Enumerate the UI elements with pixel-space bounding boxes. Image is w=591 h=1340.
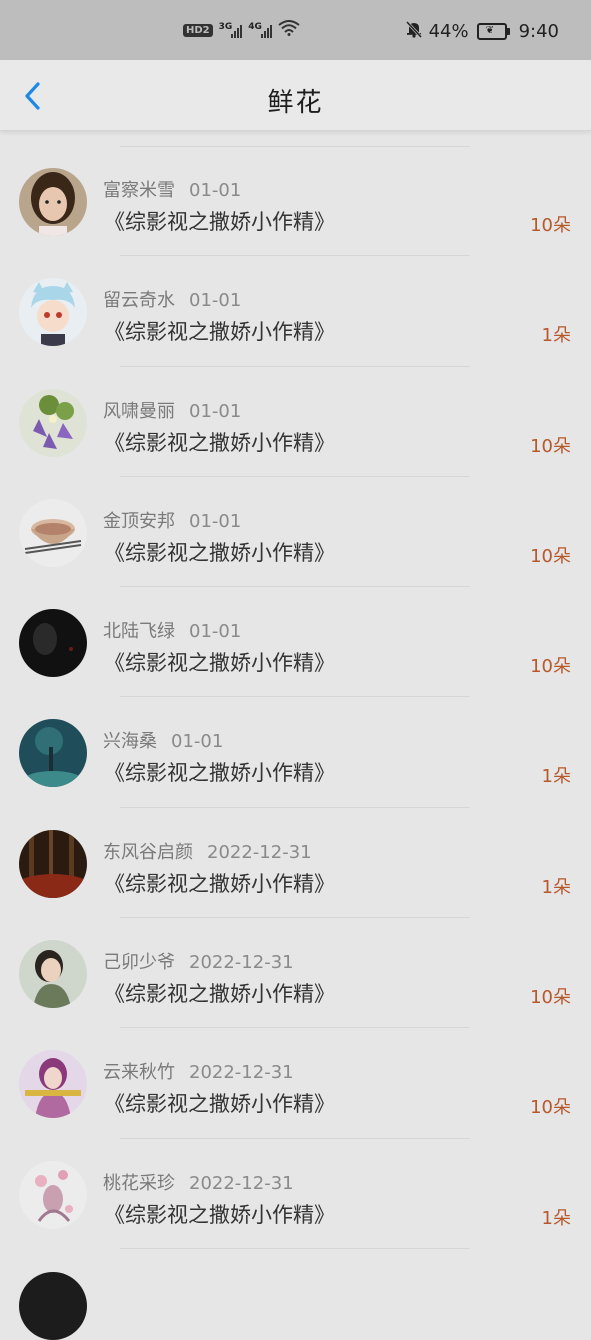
sender-meta: 云来秋竹 2022-12-31 <box>103 1058 294 1084</box>
list-item[interactable]: 北陆飞绿 01-01 《综影视之撒娇小作精》 10朵 <box>0 587 591 698</box>
send-date: 01-01 <box>189 510 242 532</box>
book-title: 《综影视之撒娇小作精》 <box>104 540 335 565</box>
signal-3g-icon: 3G <box>219 22 243 38</box>
nav-bar: 鲜花 <box>0 60 591 131</box>
status-bar: HD2 3G 4G 44% ❦ 9:40 <box>0 0 591 60</box>
send-date: 2022-12-31 <box>189 952 294 974</box>
book-title: 《综影视之撒娇小作精》 <box>104 210 335 234</box>
sender-meta: 兴海桑 01-01 <box>103 727 223 753</box>
list-item[interactable]: 富察米雪 01-01 《综影视之撒娇小作精》 10朵 <box>0 146 591 257</box>
flower-count: 10朵 <box>530 656 571 678</box>
avatar <box>19 388 87 457</box>
battery-saver-icon: ❦ <box>476 23 510 40</box>
clock: 9:40 <box>518 21 559 42</box>
list-item[interactable]: 留云奇水 01-01 《综影视之撒娇小作精》 1朵 <box>0 256 591 367</box>
list-item[interactable]: 兴海桑 01-01 《综影视之撒娇小作精》 1朵 <box>0 697 591 809</box>
list-item[interactable]: 东风谷启颜 2022-12-31 《综影视之撒娇小作精》 1朵 <box>0 808 591 919</box>
avatar <box>19 168 87 236</box>
page-title: 鲜花 <box>267 88 324 118</box>
sender-meta: 东风谷启颜 2022-12-31 <box>103 838 312 864</box>
avatar <box>19 609 87 678</box>
send-date: 01-01 <box>171 731 224 753</box>
flower-count: 1朵 <box>541 766 571 788</box>
sender-meta: 北陆飞绿 01-01 <box>103 617 241 643</box>
book-title: 《综影视之撒娇小作精》 <box>104 1092 335 1117</box>
signal-4g-icon: 4G <box>248 22 272 38</box>
status-left-icons: HD2 3G 4G <box>183 20 300 40</box>
sender-name: 己卯少爷 <box>103 952 175 974</box>
book-title: 《综影视之撒娇小作精》 <box>104 430 335 455</box>
send-date: 01-01 <box>189 290 242 312</box>
flower-count: 1朵 <box>541 876 571 898</box>
send-date: 2022-12-31 <box>189 1172 294 1194</box>
sender-name: 兴海桑 <box>103 731 157 753</box>
flower-count: 1朵 <box>541 1207 571 1229</box>
sender-name: 留云奇水 <box>103 290 175 312</box>
book-title: 《综影视之撒娇小作精》 <box>104 871 335 896</box>
sender-meta: 富察米雪 01-01 <box>103 176 241 202</box>
sender-name: 桃花采珍 <box>103 1172 175 1194</box>
sender-meta: 桃花采珍 2022-12-31 <box>103 1169 294 1195</box>
hd-icon: HD2 <box>183 23 213 37</box>
list-item[interactable]: 云来秋竹 2022-12-31 《综影视之撒娇小作精》 10朵 <box>0 1028 591 1139</box>
battery-percent: 44% <box>428 21 469 42</box>
book-title: 《综影视之撒娇小作精》 <box>104 320 335 345</box>
flower-count: 10朵 <box>530 987 571 1009</box>
sender-meta: 留云奇水 01-01 <box>103 286 241 312</box>
sender-name: 富察米雪 <box>103 180 175 201</box>
avatar <box>19 278 87 347</box>
avatar <box>19 1272 87 1340</box>
sender-name: 云来秋竹 <box>103 1062 175 1084</box>
flower-count: 1朵 <box>541 325 571 347</box>
avatar <box>19 719 87 788</box>
book-title: 《综影视之撒娇小作精》 <box>104 761 335 786</box>
sender-meta: 金顶安邦 01-01 <box>103 507 241 533</box>
send-date: 01-01 <box>189 621 242 643</box>
sender-name: 金顶安邦 <box>103 510 175 532</box>
avatar <box>19 940 87 1009</box>
list-item[interactable]: 己卯少爷 2022-12-31 《综影视之撒娇小作精》 10朵 <box>0 918 591 1029</box>
avatar <box>19 829 87 898</box>
wifi-icon <box>278 20 300 40</box>
flower-count: 10朵 <box>530 1097 571 1119</box>
send-date: 01-01 <box>189 400 242 422</box>
send-date: 2022-12-31 <box>207 841 312 863</box>
sender-name: 风啸曼丽 <box>103 400 175 422</box>
avatar <box>19 1050 87 1119</box>
mute-bell-icon <box>405 20 423 43</box>
list-item[interactable]: 风啸曼丽 01-01 《综影视之撒娇小作精》 10朵 <box>0 367 591 478</box>
book-title: 《综影视之撒娇小作精》 <box>104 1202 335 1227</box>
flower-count: 10朵 <box>530 215 571 236</box>
send-date: 01-01 <box>189 180 242 201</box>
flower-count: 10朵 <box>530 545 571 567</box>
sender-meta: 己卯少爷 2022-12-31 <box>103 948 294 974</box>
gift-list: 富察米雪 01-01 《综影视之撒娇小作精》 10朵 留云奇水 01-01 《综影视… <box>0 146 591 1250</box>
sender-name: 北陆飞绿 <box>103 621 175 643</box>
avatar <box>19 498 87 567</box>
book-title: 《综影视之撒娇小作精》 <box>104 982 335 1007</box>
status-right-icons: 44% ❦ 9:40 <box>405 20 559 43</box>
list-item[interactable]: 金顶安邦 01-01 《综影视之撒娇小作精》 10朵 <box>0 477 591 588</box>
sender-name: 东风谷启颜 <box>103 841 193 863</box>
list-item[interactable]: 桃花采珍 2022-12-31 《综影视之撒娇小作精》 1朵 <box>0 1139 591 1250</box>
avatar <box>19 1160 87 1229</box>
sender-meta: 风啸曼丽 01-01 <box>103 397 241 423</box>
send-date: 2022-12-31 <box>189 1062 294 1084</box>
flower-count: 10朵 <box>530 435 571 457</box>
book-title: 《综影视之撒娇小作精》 <box>104 651 335 676</box>
